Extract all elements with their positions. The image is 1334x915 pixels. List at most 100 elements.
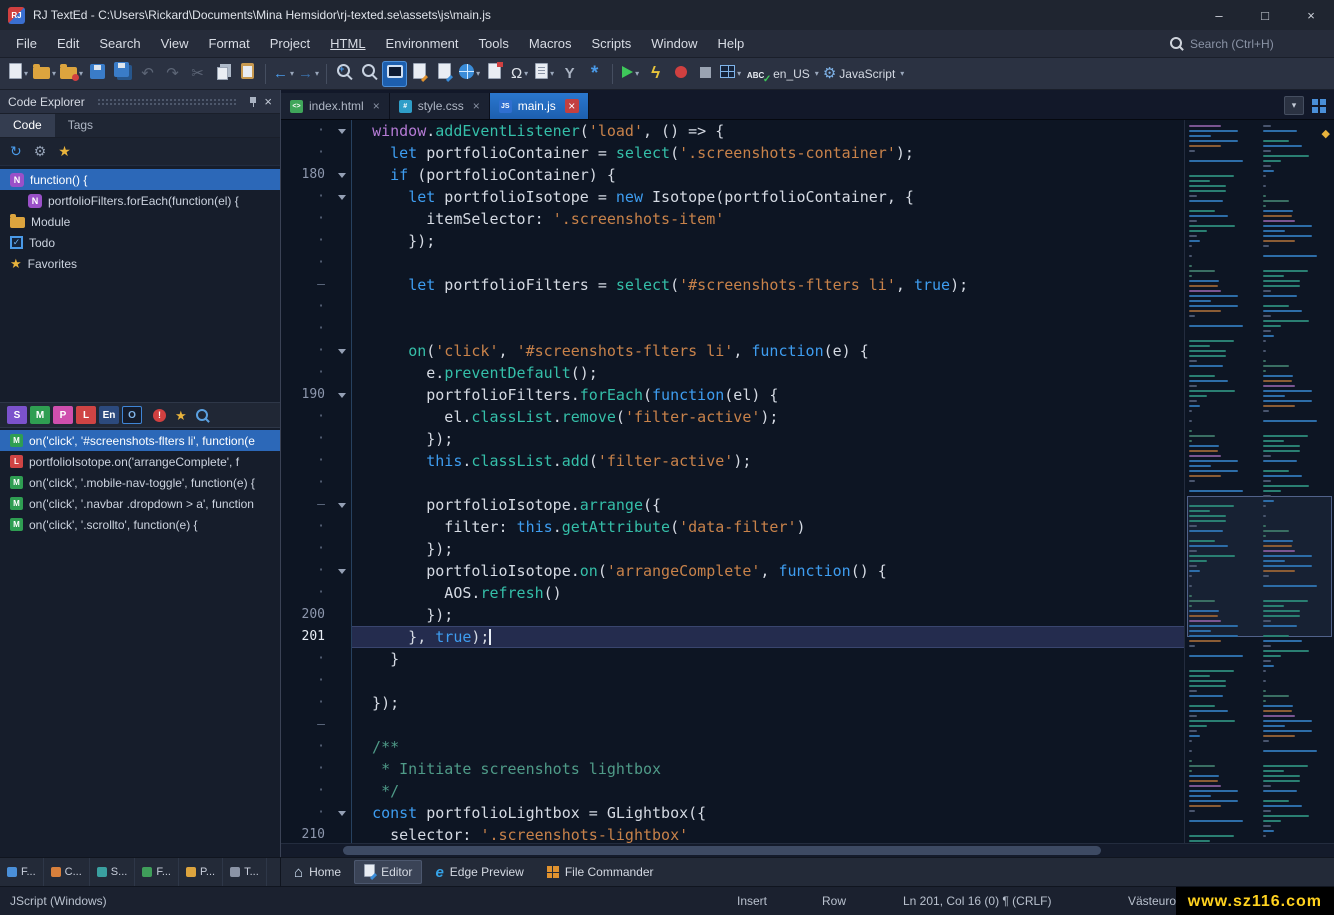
code-line[interactable]: · const portfolioLightbox = GLightbox({ [281, 802, 1184, 824]
toolbar-en_US-button[interactable]: en_US▾ [768, 61, 821, 87]
code-line-text[interactable]: }); [351, 230, 1184, 252]
sidebar-bottom-tab-1[interactable]: C... [44, 858, 90, 886]
code-line[interactable]: · let portfolioContainer = select('.scre… [281, 142, 1184, 164]
fold-chevron-icon[interactable] [335, 802, 351, 824]
code-line-text[interactable]: */ [351, 780, 1184, 802]
code-line-text[interactable]: e.preventDefault(); [351, 362, 1184, 384]
toolbar-editor-view-button[interactable] [382, 61, 407, 87]
horizontal-scrollbar[interactable] [281, 843, 1334, 857]
search-icon[interactable] [196, 409, 209, 422]
toolbar-globe-button[interactable]: ▾ [457, 61, 482, 87]
code-line[interactable]: 200 }); [281, 604, 1184, 626]
menu-item-search[interactable]: Search [89, 32, 150, 55]
favorites-star-icon[interactable]: ★ [175, 409, 187, 422]
error-icon[interactable]: ! [153, 409, 166, 422]
code-line[interactable]: · * Initiate screenshots lightbox [281, 758, 1184, 780]
settings-gear-icon[interactable]: ⚙ [34, 143, 47, 160]
code-line-text[interactable]: if (portfolioContainer) { [351, 164, 1184, 186]
code-line[interactable]: · }); [281, 538, 1184, 560]
tree-item[interactable]: Nfunction() { [0, 169, 280, 190]
toolbar-save-button[interactable] [85, 61, 110, 87]
function-list-item[interactable]: Mon('click', '.navbar .dropdown > a', fu… [0, 493, 280, 514]
menu-item-tools[interactable]: Tools [469, 32, 519, 55]
code-line-text[interactable]: on('click', '#screenshots-flters li', fu… [351, 340, 1184, 362]
toolbar-merge-button[interactable]: Y [557, 61, 582, 87]
code-line[interactable]: · [281, 252, 1184, 274]
code-line[interactable]: · [281, 670, 1184, 692]
dropdown-arrow-icon[interactable]: ▾ [737, 69, 741, 78]
dropdown-arrow-icon[interactable]: ▾ [524, 69, 528, 78]
menu-item-edit[interactable]: Edit [47, 32, 89, 55]
toolbar-redo-button[interactable]: ↷ [160, 61, 185, 87]
code-line[interactable]: 190 portfolioFilters.forEach(function(el… [281, 384, 1184, 406]
sidebar-bottom-tab-5[interactable]: T... [223, 858, 267, 886]
filter-tab-o[interactable]: O [122, 406, 142, 424]
code-line-text[interactable]: }, true); [351, 626, 1184, 648]
menu-item-html[interactable]: HTML [320, 32, 375, 55]
code-line[interactable]: 210 selector: '.screenshots-lightbox' [281, 824, 1184, 843]
code-line-text[interactable] [351, 252, 1184, 274]
filter-tab-p[interactable]: P [53, 406, 73, 424]
document-tab-style.css[interactable]: #style.css× [390, 93, 490, 119]
code-line-text[interactable]: let portfolioFilters = select('#screensh… [351, 274, 1184, 296]
fold-chevron-icon[interactable] [335, 186, 351, 208]
code-line[interactable]: · e.preventDefault(); [281, 362, 1184, 384]
code-editor[interactable]: · window.addEventListener('load', () => … [281, 120, 1334, 843]
code-line[interactable]: · [281, 472, 1184, 494]
dropdown-arrow-icon[interactable]: ▾ [52, 69, 56, 78]
code-line[interactable]: · }); [281, 230, 1184, 252]
code-line-text[interactable]: /** [351, 736, 1184, 758]
dropdown-arrow-icon[interactable]: ▾ [900, 69, 904, 78]
menu-item-environment[interactable]: Environment [376, 32, 469, 55]
tab-close-icon[interactable]: × [565, 99, 579, 113]
fold-chevron-icon[interactable] [335, 120, 351, 142]
tree-item[interactable]: Module [0, 211, 280, 232]
code-line[interactable]: – [281, 714, 1184, 736]
code-line[interactable]: · this.classList.add('filter-active'); [281, 450, 1184, 472]
toolbar-cut-button[interactable]: ✂ [185, 61, 210, 87]
dropdown-arrow-icon[interactable]: ▾ [476, 69, 480, 78]
code-line-text[interactable]: } [351, 648, 1184, 670]
dropdown-arrow-icon[interactable]: ▾ [815, 69, 819, 78]
filter-tab-l[interactable]: L [76, 406, 96, 424]
code-line[interactable]: · }); [281, 692, 1184, 714]
sidebar-bottom-tab-2[interactable]: S... [90, 858, 136, 886]
toolbar-doc-edit-button[interactable] [407, 61, 432, 87]
toolbar-undo-button[interactable]: ↶ [135, 61, 160, 87]
dropdown-arrow-icon[interactable]: ▾ [635, 69, 639, 78]
toolbar-gear-button[interactable]: ⚙JavaScript▾ [821, 61, 907, 87]
code-line[interactable]: · */ [281, 780, 1184, 802]
function-list-item[interactable]: Mon('click', '#screenshots-flters li', f… [0, 430, 280, 451]
search-box[interactable]: Search (Ctrl+H) [1170, 37, 1320, 51]
panel-close-icon[interactable]: × [264, 94, 272, 109]
code-line-text[interactable] [351, 670, 1184, 692]
view-file-commander[interactable]: File Commander [537, 860, 664, 884]
fold-chevron-icon[interactable] [335, 340, 351, 362]
code-line-text[interactable]: el.classList.remove('filter-active'); [351, 406, 1184, 428]
dropdown-arrow-icon[interactable]: ▾ [79, 69, 83, 78]
fold-chevron-icon[interactable] [335, 560, 351, 582]
menu-item-macros[interactable]: Macros [519, 32, 582, 55]
sidebar-bottom-tab-3[interactable]: F... [135, 858, 179, 886]
code-line-text[interactable]: AOS.refresh() [351, 582, 1184, 604]
menu-item-project[interactable]: Project [260, 32, 320, 55]
toolbar-omega-button[interactable]: Ω▾ [507, 61, 532, 87]
window-layout-icon[interactable] [1312, 99, 1326, 113]
close-button[interactable]: × [1288, 0, 1334, 30]
toolbar-copy-button[interactable] [210, 61, 235, 87]
panel-drag-grip[interactable] [97, 98, 237, 106]
view-edge-preview[interactable]: eEdge Preview [425, 860, 533, 884]
code-line-text[interactable]: this.classList.add('filter-active'); [351, 450, 1184, 472]
horizontal-scrollbar-thumb[interactable] [343, 846, 1101, 855]
code-line-text[interactable]: let portfolioContainer = select('.screen… [351, 142, 1184, 164]
tree-item[interactable]: ✓Todo [0, 232, 280, 253]
sidebar-bottom-tab-4[interactable]: P... [179, 858, 223, 886]
favorites-star-icon[interactable]: ★ [58, 143, 71, 160]
code-line[interactable]: · /** [281, 736, 1184, 758]
toolbar-open-file-button[interactable]: ▾ [31, 61, 58, 87]
code-line-text[interactable]: }); [351, 428, 1184, 450]
code-line-text[interactable]: const portfolioLightbox = GLightbox({ [351, 802, 1184, 824]
toolbar-table-button[interactable]: ▾ [718, 61, 743, 87]
code-line[interactable]: · } [281, 648, 1184, 670]
code-line[interactable]: · let portfolioIsotope = new Isotope(por… [281, 186, 1184, 208]
